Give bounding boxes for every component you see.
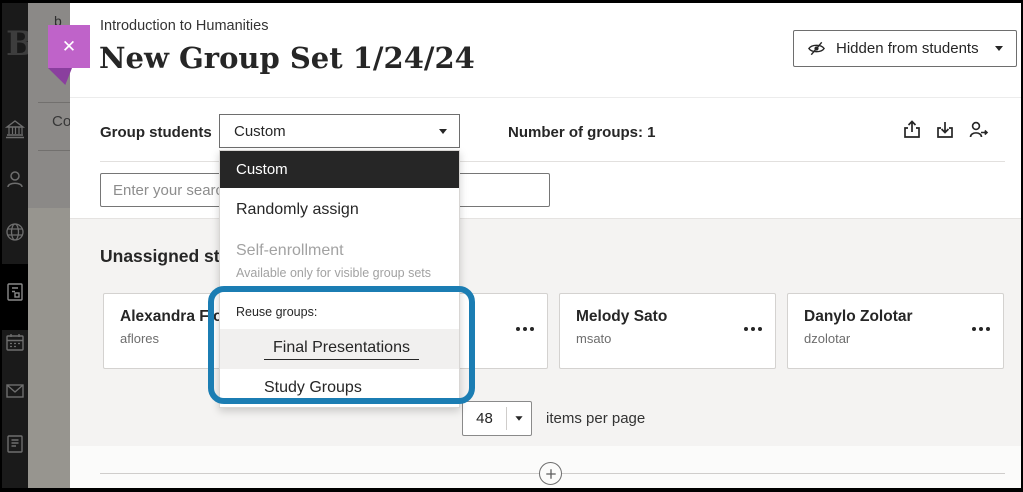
student-card: Melody Sato msato <box>559 293 776 369</box>
number-of-groups-label: Number of groups: 1 <box>508 124 656 141</box>
header-divider <box>70 97 1023 98</box>
calendar-icon[interactable] <box>4 331 26 353</box>
footer-strip <box>70 446 1023 488</box>
chevron-down-icon <box>515 416 522 421</box>
group-set-screen: B b Co ✕ I <box>0 0 1023 492</box>
chevron-down-icon <box>439 129 447 134</box>
close-icon: ✕ <box>62 37 76 57</box>
institution-icon[interactable] <box>4 118 26 140</box>
eye-slash-icon <box>807 39 826 58</box>
breadcrumb-course: Introduction to Humanities <box>100 18 268 34</box>
menu-item-final-presentations[interactable]: Final Presentations <box>220 329 459 369</box>
unassign-all-icon[interactable] <box>967 119 989 141</box>
items-per-page-label: items per page <box>546 410 645 427</box>
group-by-menu: Custom Randomly assign Self-enrollment A… <box>219 150 460 408</box>
export-icon[interactable] <box>901 119 923 141</box>
app-sidebar: B <box>0 0 28 492</box>
card-menu-button[interactable] <box>972 327 990 331</box>
group-by-selected-value: Custom <box>234 123 439 140</box>
add-group-button[interactable] <box>539 462 562 485</box>
student-name: Danylo Zolotar <box>804 308 963 326</box>
menu-item-study-groups[interactable]: Study Groups <box>220 369 459 407</box>
group-by-select[interactable]: Custom <box>219 114 460 148</box>
menu-item-randomly-assign[interactable]: Randomly assign <box>220 188 459 232</box>
student-card: Danylo Zolotar dzolotar <box>787 293 1004 369</box>
messages-icon[interactable] <box>4 380 26 402</box>
self-enrollment-label: Self-enrollment <box>236 242 443 260</box>
underlay-divider <box>38 102 70 103</box>
group-students-label: Group students <box>100 124 212 141</box>
blackboard-logo: B <box>6 24 28 64</box>
dimmed-page-lower <box>28 208 70 492</box>
student-username: msato <box>576 331 735 346</box>
unassigned-students-section: Unassigned students Alexandra Flores afl… <box>70 218 1023 446</box>
student-name: Melody Sato <box>576 308 735 326</box>
menu-item-custom[interactable]: Custom <box>220 151 459 188</box>
import-icon[interactable] <box>934 119 956 141</box>
chevron-down-icon <box>995 46 1003 51</box>
self-enrollment-note: Available only for visible group sets <box>236 265 443 281</box>
items-per-page-select[interactable]: 48 <box>462 401 532 436</box>
globe-icon[interactable] <box>4 221 26 243</box>
final-presentations-label: Final Presentations <box>264 339 419 360</box>
underlay-divider <box>38 150 70 151</box>
plus-icon <box>545 468 557 480</box>
visibility-label: Hidden from students <box>836 40 979 57</box>
card-menu-button[interactable] <box>516 327 534 331</box>
student-username: dzolotar <box>804 331 963 346</box>
gradebook-icon[interactable] <box>4 281 26 303</box>
underlay-courses-fragment: Co <box>52 113 70 130</box>
group-toolbar <box>901 119 989 141</box>
profile-icon[interactable] <box>4 168 26 190</box>
close-panel-button[interactable]: ✕ <box>48 25 90 68</box>
items-per-page-value: 48 <box>463 410 506 427</box>
page-title: New Group Set 1/24/24 <box>99 41 475 75</box>
study-groups-label: Study Groups <box>264 379 362 397</box>
card-menu-button[interactable] <box>744 327 762 331</box>
visibility-dropdown-button[interactable]: Hidden from students <box>793 30 1017 67</box>
activity-icon[interactable] <box>4 433 26 455</box>
reuse-groups-label: Reuse groups: <box>220 289 459 319</box>
menu-item-self-enrollment: Self-enrollment Available only for visib… <box>220 232 459 289</box>
